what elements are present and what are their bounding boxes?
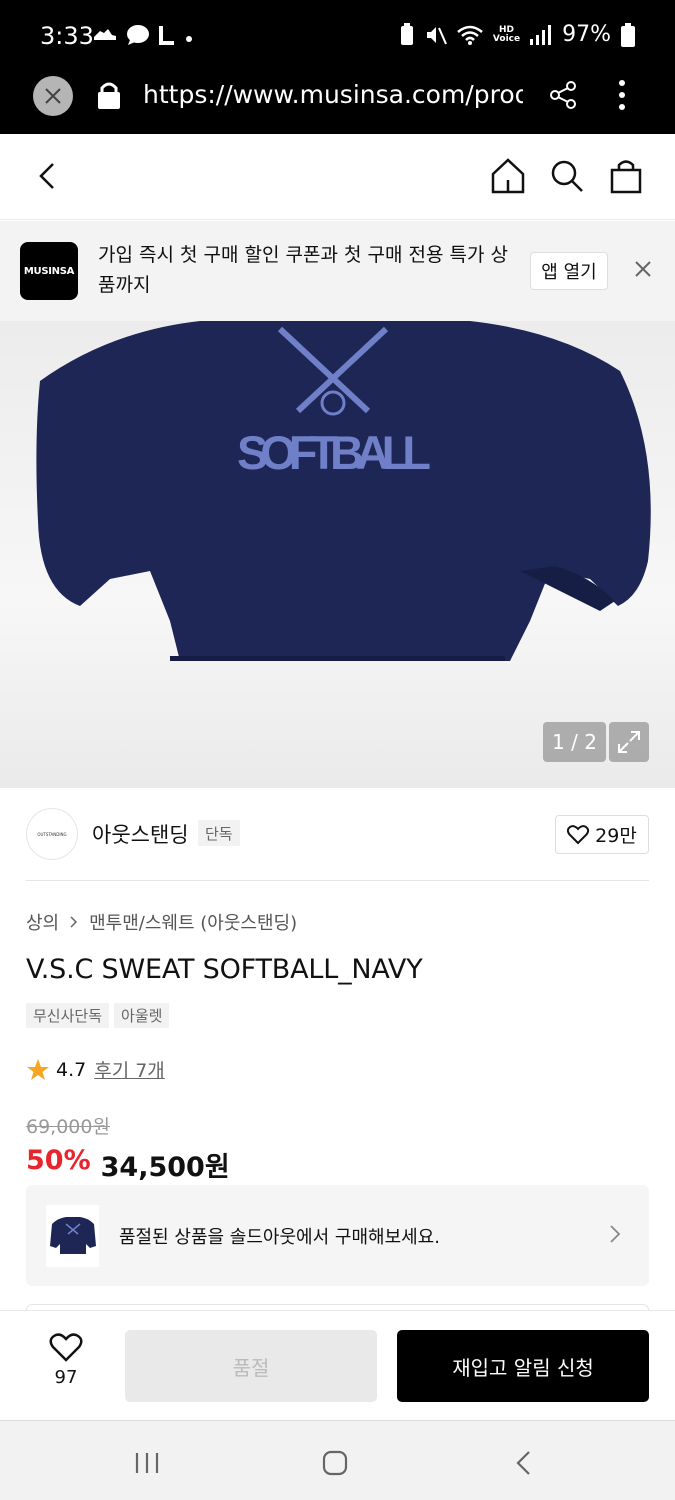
url-text[interactable]: https://www.musinsa.com/produ [143, 80, 523, 109]
bottom-action-bar: 97 품절 재입고 알림 신청 [0, 1310, 675, 1420]
line-app-icon [159, 26, 174, 45]
product-image-gallery[interactable]: SOFTBALL 1 / 2 [0, 321, 675, 788]
battery-icon [621, 22, 635, 47]
breadcrumb: 상의 맨투맨/스웨트 (아웃스탠딩) [26, 909, 297, 935]
home-button-icon[interactable] [321, 1449, 349, 1477]
chevron-right-icon [70, 916, 78, 928]
rating-value: 4.7 [56, 1058, 87, 1081]
chat-bubble-icon [127, 25, 149, 45]
cart-icon[interactable] [609, 156, 643, 196]
hd-voice-icon: HD Voice [492, 24, 521, 44]
dot-icon [186, 36, 192, 42]
recent-apps-icon[interactable] [133, 1449, 161, 1477]
lock-icon[interactable] [96, 80, 122, 110]
brand-exclusive-tag: 단독 [198, 820, 240, 846]
wishlist-button[interactable]: 97 [38, 1333, 94, 1388]
wifi-icon [457, 25, 483, 45]
rating-row: 4.7 후기 7개 [26, 1056, 165, 1083]
close-tab-button[interactable] [33, 76, 73, 116]
chevron-right-icon [610, 1225, 621, 1243]
close-banner-icon[interactable] [632, 258, 654, 280]
notification-icons [92, 24, 194, 46]
battery-percent: 97% [562, 22, 611, 47]
product-tag: 아울렛 [114, 1003, 170, 1028]
more-options-icon[interactable] [612, 78, 632, 112]
app-header [0, 134, 675, 220]
sale-price: 34,500원 [100, 1152, 230, 1183]
sweatshirt-image: SOFTBALL [36, 321, 651, 661]
heart-icon [567, 824, 590, 844]
divider [26, 880, 649, 881]
original-price: 69,000원 [26, 1116, 110, 1138]
back-icon[interactable] [33, 156, 63, 196]
brand-like-count: 29만 [595, 825, 637, 847]
share-icon[interactable] [548, 80, 578, 110]
restock-alert-button[interactable]: 재입고 알림 신청 [397, 1330, 649, 1402]
expand-icon [618, 731, 640, 753]
status-time: 3:33 [40, 22, 94, 50]
system-status: HD Voice 97% [399, 22, 635, 47]
soldout-link-card[interactable]: 품절된 상품을 솔드아웃에서 구매해보세요. [26, 1185, 649, 1286]
product-tag: 무신사단독 [26, 1003, 110, 1028]
product-tags: 무신사단독 아울렛 [26, 1003, 170, 1028]
battery-saver-icon [400, 22, 413, 45]
musinsa-logo: MUSINSA [20, 242, 78, 300]
product-thumbnail [46, 1205, 99, 1267]
browser-url-bar: https://www.musinsa.com/produ [0, 70, 675, 134]
soldout-button: 품절 [125, 1330, 377, 1402]
brand-like-button[interactable]: 29만 [555, 815, 649, 854]
system-nav-bar [0, 1420, 675, 1500]
mini-sweatshirt-image [49, 1217, 96, 1254]
product-title: V.S.C SWEAT SOFTBALL_NAVY [26, 954, 423, 985]
mute-icon [426, 26, 447, 44]
brand-name[interactable]: 아웃스탠딩 [92, 819, 189, 849]
image-counter: 1 / 2 [543, 722, 606, 762]
close-icon [45, 88, 61, 104]
app-install-banner: MUSINSA 가입 즉시 첫 구매 할인 쿠폰과 첫 구매 전용 특가 상품까… [0, 221, 675, 321]
star-icon [27, 1058, 49, 1080]
status-bar: 3:33 HD Voice 97% [0, 0, 675, 70]
search-icon[interactable] [549, 156, 585, 196]
breadcrumb-item[interactable]: 상의 [26, 909, 59, 935]
home-icon[interactable] [489, 156, 527, 196]
soldout-card-text: 품절된 상품을 솔드아웃에서 구매해보세요. [119, 1227, 440, 1248]
wishlist-count: 97 [54, 1367, 78, 1388]
softball-print-text: SOFTBALL [237, 426, 431, 479]
open-app-button[interactable]: 앱 열기 [530, 252, 608, 290]
review-link[interactable]: 후기 7개 [94, 1056, 165, 1083]
signal-icon [530, 24, 552, 45]
shoe-icon [94, 29, 116, 40]
banner-text: 가입 즉시 첫 구매 할인 쿠폰과 첫 구매 전용 특가 상품까지 [98, 244, 508, 296]
discount-rate: 50% [26, 1145, 91, 1176]
breadcrumb-item[interactable]: 맨투맨/스웨트 (아웃스탠딩) [89, 909, 297, 935]
price-row: 50% 34,500원 [26, 1145, 230, 1184]
brand-row: OUTSTANDING 아웃스탠딩 단독 29만 [0, 788, 675, 880]
expand-image-button[interactable] [609, 722, 649, 762]
back-nav-icon[interactable] [512, 1449, 536, 1477]
brand-logo[interactable]: OUTSTANDING [26, 808, 78, 860]
heart-icon [49, 1333, 83, 1362]
